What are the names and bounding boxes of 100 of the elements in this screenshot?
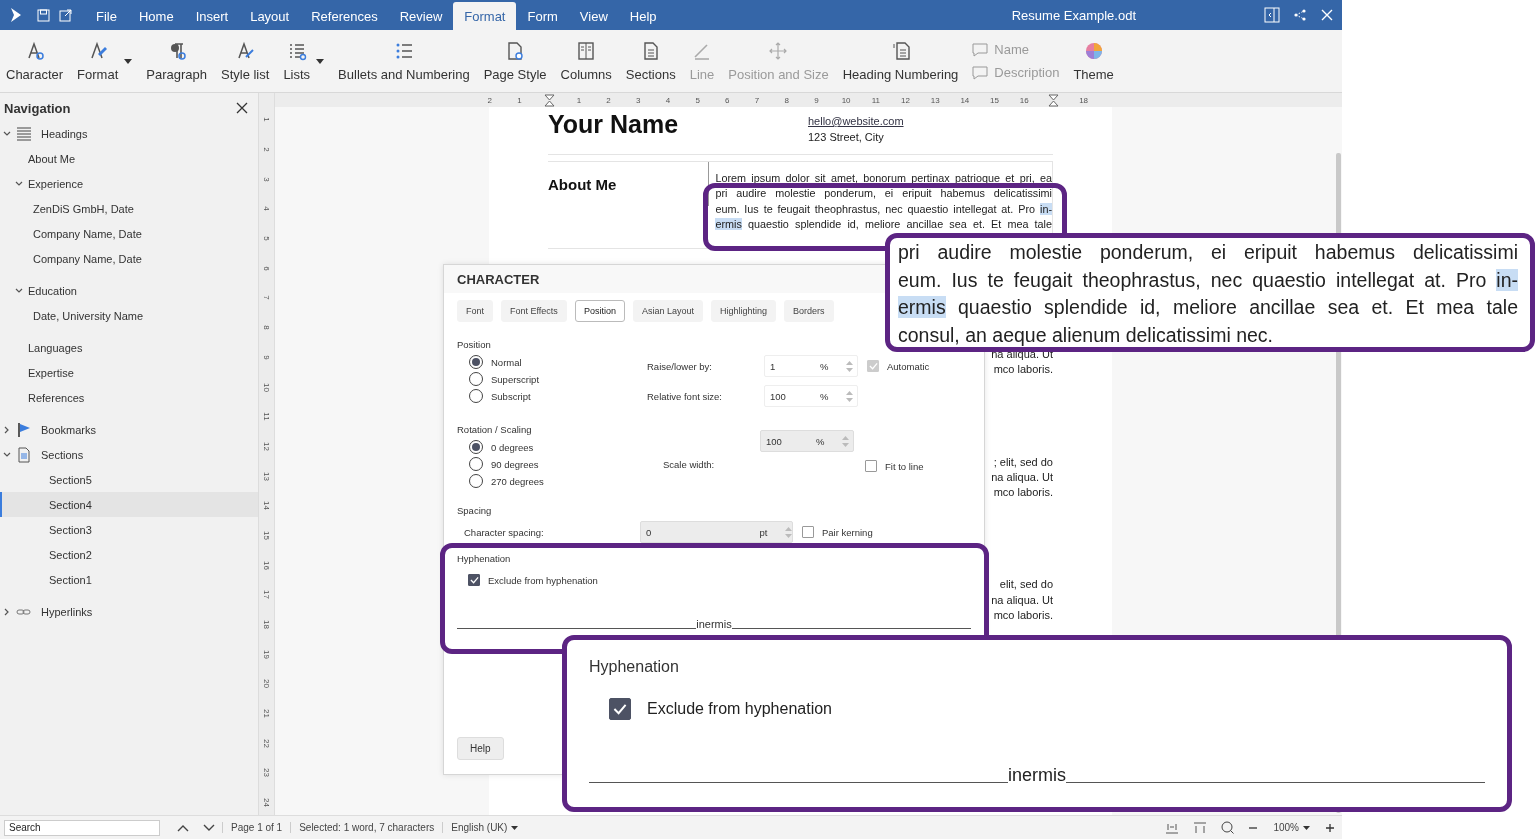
indent-marker-icon[interactable] xyxy=(543,93,555,107)
share-icon[interactable] xyxy=(1292,7,1308,23)
toolbar-button[interactable]: Lists xyxy=(283,40,311,82)
language-selector[interactable]: English (UK) xyxy=(442,822,527,833)
tree-item[interactable]: Section4 xyxy=(0,492,258,517)
chevron-up-icon[interactable] xyxy=(177,823,189,832)
ruler-number: 7 xyxy=(754,95,760,105)
menu-tab[interactable]: View xyxy=(568,2,619,30)
ruler-number: 21 xyxy=(262,709,271,719)
menu-tab[interactable]: Layout xyxy=(239,2,301,30)
radio-label: 90 degrees xyxy=(491,458,539,470)
export-icon[interactable] xyxy=(59,8,72,22)
menu-tab[interactable]: Insert xyxy=(184,2,240,30)
tree-item[interactable]: Section2 xyxy=(0,542,258,567)
ruler-number: 2 xyxy=(606,95,611,105)
chevron-down-icon[interactable] xyxy=(203,823,215,832)
caret-icon[interactable] xyxy=(316,58,325,64)
tab[interactable]: Font xyxy=(457,300,493,322)
section-label: Spacing xyxy=(457,505,493,516)
zoom-icon[interactable] xyxy=(1221,821,1235,834)
save-icon[interactable] xyxy=(37,8,50,22)
tree-item[interactable]: Section5 xyxy=(0,467,258,492)
tree-item[interactable]: Bookmarks xyxy=(0,417,258,442)
tree-item[interactable]: Section1 xyxy=(0,567,258,592)
ruler-number: 6 xyxy=(262,266,271,271)
ruler-number: 9 xyxy=(262,355,271,360)
tree-item[interactable]: Experience xyxy=(0,171,258,196)
search-field[interactable]: Search xyxy=(4,819,160,836)
toolbar-button[interactable]: Paragraph xyxy=(146,40,207,82)
checkbox[interactable] xyxy=(609,698,631,720)
checkbox[interactable] xyxy=(468,574,480,586)
tab[interactable]: Font Effects xyxy=(501,300,567,322)
field-label: Scale width: xyxy=(662,459,716,470)
ruler-number: 13 xyxy=(930,95,940,105)
plus-icon[interactable] xyxy=(1325,822,1335,833)
email-link[interactable]: hello@website.com xyxy=(808,113,904,129)
ruler-number: 1 xyxy=(517,95,522,105)
radio-option[interactable]: 90 degrees xyxy=(469,457,647,471)
toolbar-button[interactable]: Columns xyxy=(560,40,612,82)
chevron-down-icon[interactable] xyxy=(15,286,23,295)
chevron-right-icon[interactable] xyxy=(3,425,11,434)
radio-option[interactable]: 270 degrees xyxy=(469,474,647,488)
checkbox[interactable] xyxy=(865,460,877,472)
flag-icon xyxy=(16,421,32,438)
color-wheel-icon xyxy=(1083,40,1104,61)
tree-item[interactable]: ZenDiS GmbH, Date xyxy=(0,196,258,221)
radio-label: 270 degrees xyxy=(491,475,544,487)
tab[interactable]: Highlighting xyxy=(710,300,776,322)
tree-item[interactable]: Date, University Name xyxy=(0,303,258,328)
help-button[interactable]: Help xyxy=(457,737,504,760)
tree-item[interactable]: Education xyxy=(0,278,258,303)
menu-tab[interactable]: Home xyxy=(127,2,185,30)
menu-tab[interactable]: References xyxy=(300,2,389,30)
menu-tab[interactable]: Format xyxy=(453,2,517,30)
toolbar-button[interactable]: Heading Numbering xyxy=(842,40,959,82)
checkbox[interactable] xyxy=(802,526,814,538)
tree-item[interactable]: About Me xyxy=(0,146,258,171)
menu-tab[interactable]: Form xyxy=(516,2,569,30)
tree-item[interactable]: Company Name, Date xyxy=(0,246,258,271)
tree-item[interactable]: Sections xyxy=(0,442,258,467)
ruler-number: 17 xyxy=(262,590,271,600)
toolbar-button[interactable]: Page Style xyxy=(483,40,547,82)
toolbar-button[interactable]: Bullets and Numbering xyxy=(338,40,470,82)
menu-tab[interactable]: File xyxy=(85,2,128,30)
toolbar-button[interactable]: Style list xyxy=(220,40,270,82)
chevron-down-icon[interactable] xyxy=(3,129,11,138)
caret-icon xyxy=(511,825,519,830)
ruler-number: 22 xyxy=(262,738,271,748)
tree-item[interactable]: Headings xyxy=(0,121,258,146)
sidebar-toggle-icon[interactable] xyxy=(1264,7,1280,23)
tab[interactable]: Position xyxy=(574,300,625,322)
chevron-down-icon[interactable] xyxy=(3,450,11,459)
zoom-selector[interactable]: 100% xyxy=(1265,822,1318,833)
tab[interactable]: Borders xyxy=(784,300,834,322)
chevron-down-icon[interactable] xyxy=(15,179,23,188)
text-line: Lorem ipsum dolor sit amet, bonorum pertinax patrioque et pri, ea xyxy=(715,171,1052,186)
menu-tab[interactable]: Review xyxy=(388,2,454,30)
toolbar-button[interactable]: Sections xyxy=(625,40,676,82)
tree-item[interactable]: Hyperlinks xyxy=(0,599,258,624)
toolbar-button[interactable]: Format xyxy=(77,40,119,82)
radio-option[interactable]: 0 degrees xyxy=(469,440,647,454)
radio-option[interactable]: Normal xyxy=(469,355,647,369)
radio-option[interactable]: Superscript xyxy=(469,372,647,386)
caret-icon[interactable] xyxy=(124,58,133,64)
tree-item[interactable]: Section3 xyxy=(0,517,258,542)
toolbar-button[interactable]: Theme xyxy=(1073,40,1114,82)
radio-option[interactable]: Subscript xyxy=(469,389,647,403)
ruler-number: 20 xyxy=(262,679,271,689)
comment-icon xyxy=(972,42,989,57)
chevron-right-icon[interactable] xyxy=(3,607,11,616)
close-icon[interactable] xyxy=(236,102,248,114)
toolbar-button[interactable]: Character xyxy=(6,40,64,82)
tree-item[interactable]: Company Name, Date xyxy=(0,221,258,246)
numbered-page-icon xyxy=(890,40,911,61)
tab[interactable]: Asian Layout xyxy=(632,300,703,322)
indent-marker-icon[interactable] xyxy=(1048,93,1060,107)
tree-item[interactable]: Expertise xyxy=(0,360,258,385)
tree-item[interactable]: References xyxy=(0,385,258,410)
tree-item[interactable]: Languages xyxy=(0,335,258,360)
menu-tab[interactable]: Help xyxy=(618,2,668,30)
